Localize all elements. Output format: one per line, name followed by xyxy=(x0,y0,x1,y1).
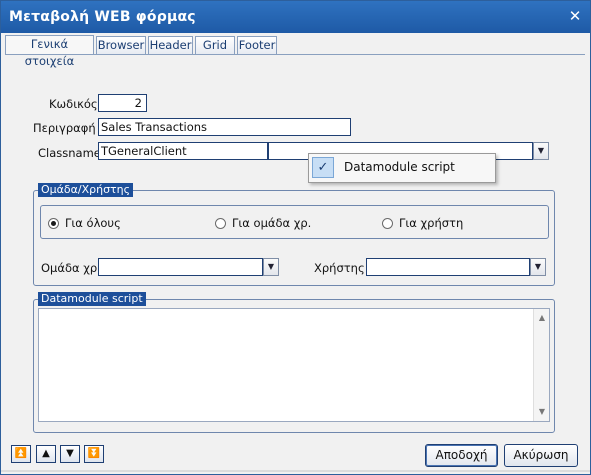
tab-general[interactable]: Γενικά στοιχεία xyxy=(5,35,94,68)
move-up-button[interactable]: ▲ xyxy=(36,445,56,463)
user-group-box: Ομάδα/Χρήστης Για όλους Για ομάδα χρ. Γι… xyxy=(33,183,555,286)
scroll-up-icon[interactable]: ▲ xyxy=(537,313,547,323)
classname-field[interactable]: TGeneralClient xyxy=(98,142,268,160)
move-last-button[interactable]: ⏬ xyxy=(84,445,104,463)
user-label: Χρήστης: xyxy=(314,261,369,275)
move-down-button[interactable]: ▼ xyxy=(60,445,80,463)
user-field[interactable] xyxy=(366,258,530,276)
script-scrollbar[interactable]: ▲ ▼ xyxy=(533,309,549,421)
chevron-down-icon: ▼ xyxy=(267,262,275,271)
user-dropdown-button[interactable]: ▼ xyxy=(530,258,546,276)
tab-header[interactable]: Header xyxy=(148,36,193,54)
scope-radio-panel: Για όλους Για ομάδα χρ. Για χρήστη xyxy=(40,205,549,239)
user-group-dropdown-button[interactable]: ▼ xyxy=(263,258,279,276)
classname-dropdown-button[interactable]: ▼ xyxy=(533,142,549,160)
menu-item-label: Datamodule script xyxy=(344,160,455,174)
code-field[interactable]: 2 xyxy=(98,94,147,112)
menu-item-datamodule-script[interactable]: ✓ Datamodule script xyxy=(312,157,490,178)
user-group-label: Ομάδα χρ.: xyxy=(41,261,105,275)
move-up-icon: ▲ xyxy=(42,448,50,459)
chevron-down-icon: ▼ xyxy=(534,262,542,271)
description-field[interactable]: Sales Transactions xyxy=(98,118,351,136)
move-first-icon: ⏫ xyxy=(14,448,28,459)
radio-group-label[interactable]: Για ομάδα χρ. xyxy=(232,216,311,230)
radio-user[interactable] xyxy=(382,218,393,229)
script-editor[interactable]: ▲ ▼ xyxy=(38,308,550,422)
move-down-icon: ▼ xyxy=(66,448,74,459)
chevron-down-icon: ▼ xyxy=(537,146,545,155)
ok-button[interactable]: Αποδοχή xyxy=(425,444,498,467)
classname-label: Classname xyxy=(38,146,101,160)
close-icon[interactable]: ✕ xyxy=(566,7,584,25)
tab-divider xyxy=(5,54,585,55)
description-label: Περιγραφή xyxy=(33,121,96,135)
radio-user-label[interactable]: Για χρήστη xyxy=(399,216,463,230)
classname-dropdown-menu: ✓ Datamodule script xyxy=(308,153,496,183)
tab-browser[interactable]: Browser xyxy=(96,36,146,54)
window-title: Μεταβολή WEB φόρμας xyxy=(9,9,196,25)
user-group-title: Ομάδα/Χρήστης xyxy=(38,183,134,197)
user-group-field[interactable] xyxy=(98,258,263,276)
move-last-icon: ⏬ xyxy=(87,448,101,459)
checkmark-icon: ✓ xyxy=(312,157,334,178)
radio-all[interactable] xyxy=(48,218,59,229)
move-first-button[interactable]: ⏫ xyxy=(11,445,31,463)
cancel-button[interactable]: Ακύρωση xyxy=(504,444,578,467)
code-label: Κωδικός xyxy=(49,97,98,111)
script-group-box: Datamodule script ▲ ▼ xyxy=(33,292,555,433)
bottom-edge xyxy=(1,470,590,472)
tab-footer[interactable]: Footer xyxy=(237,36,277,54)
dialog-window: Μεταβολή WEB φόρμας ✕ Γενικά στοιχεία Br… xyxy=(0,0,591,475)
title-bar: Μεταβολή WEB φόρμας ✕ xyxy=(1,1,590,33)
tab-grid[interactable]: Grid xyxy=(195,36,235,54)
script-group-title: Datamodule script xyxy=(38,292,146,306)
radio-group[interactable] xyxy=(215,218,226,229)
scroll-down-icon[interactable]: ▼ xyxy=(537,407,547,417)
radio-all-label[interactable]: Για όλους xyxy=(65,216,121,230)
